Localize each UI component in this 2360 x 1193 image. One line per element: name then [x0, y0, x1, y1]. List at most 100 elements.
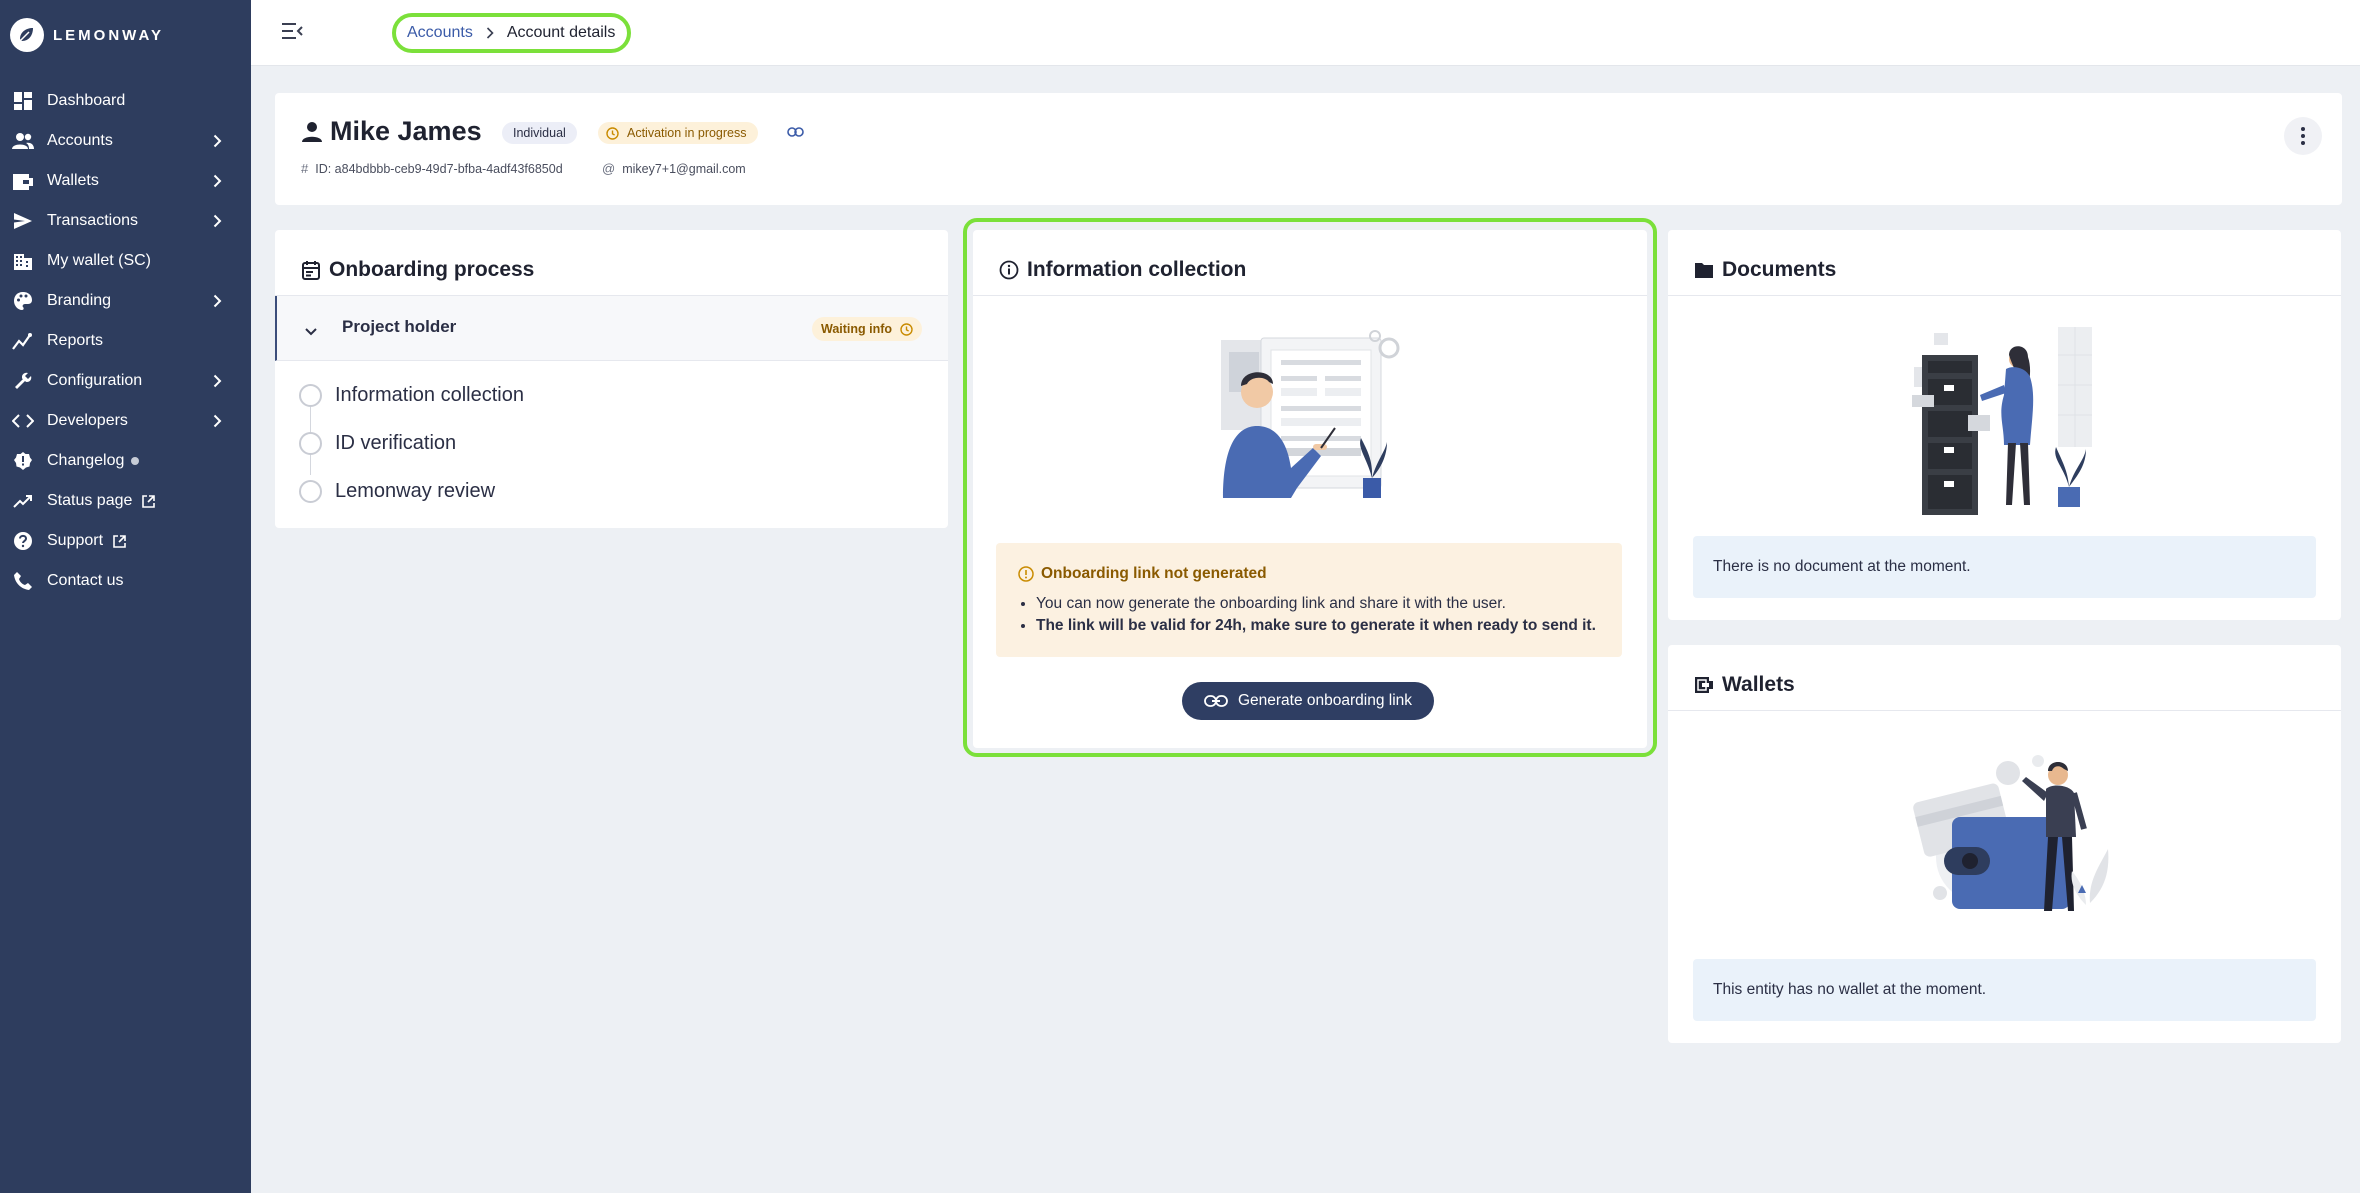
link-icon — [1204, 695, 1228, 707]
divider — [1668, 295, 2341, 296]
alert-line-emphasis: The link will be valid for 24h, make sur… — [1036, 615, 1596, 637]
brand-logo[interactable]: LEMONWAY — [10, 18, 164, 52]
chevron-right-icon — [211, 134, 223, 148]
account-id: # ID: a84bdbbb-ceb9-49d7-bfba-4adf43f685… — [301, 161, 563, 176]
changelog-icon — [12, 450, 34, 472]
clock-icon — [900, 322, 913, 336]
sidebar-item-label: Status page — [47, 492, 223, 510]
new-indicator-dot — [131, 457, 140, 465]
wallets-card: Wallets This entity has no wallet at the… — [1668, 645, 2341, 1043]
info-collection-title: Information collection — [999, 258, 1246, 282]
wallets-title-label: Wallets — [1722, 673, 1795, 696]
alert-line: You can now generate the onboarding link… — [1036, 593, 1596, 615]
chevron-right-icon — [211, 174, 223, 188]
status-badge-label: Activation in progress — [627, 126, 747, 140]
sidebar-item-configuration[interactable]: Configuration — [0, 361, 251, 401]
sidebar-item-label: Contact us — [47, 572, 124, 589]
documents-title-label: Documents — [1722, 258, 1837, 281]
step-lemonway-review[interactable]: Lemonway review — [299, 480, 495, 503]
divider — [973, 295, 1647, 296]
sidebar-item-changelog[interactable]: Changelog — [0, 441, 251, 481]
brand-name: LEMONWAY — [53, 26, 164, 44]
generate-button-label: Generate onboarding link — [1237, 692, 1413, 709]
sidebar-item-my-wallet[interactable]: My wallet (SC) — [0, 241, 251, 281]
phone-icon — [12, 570, 34, 592]
alert-title: Onboarding link not generated — [1018, 565, 1267, 583]
onboarding-title-label: Onboarding process — [329, 258, 535, 281]
step-status-circle — [299, 384, 322, 407]
documents-title: Documents — [1694, 258, 1836, 282]
step-label: Lemonway review — [335, 480, 496, 502]
status-badge: Activation in progress — [598, 122, 758, 144]
warning-info-icon — [1018, 566, 1034, 582]
waiting-info-badge: Waiting info — [812, 317, 923, 341]
sidebar: LEMONWAY Dashboard Accounts Wallets Tran… — [0, 0, 251, 1193]
breadcrumb-accounts-link[interactable]: Accounts — [407, 24, 473, 42]
collapse-menu-icon[interactable] — [281, 21, 307, 45]
account-type-badge: Individual — [502, 122, 577, 144]
sidebar-nav: Dashboard Accounts Wallets Transactions — [0, 81, 251, 601]
wallets-empty-state: This entity has no wallet at the moment. — [1693, 959, 2316, 1021]
onboarding-link-alert: Onboarding link not generated You can no… — [996, 543, 1622, 657]
sidebar-item-contact-us[interactable]: Contact us — [0, 561, 251, 601]
sidebar-item-branding[interactable]: Branding — [0, 281, 251, 321]
documents-card: Documents There is no document at the mo… — [1668, 230, 2341, 620]
more-options-button[interactable] — [2284, 117, 2322, 155]
sidebar-item-reports[interactable]: Reports — [0, 321, 251, 361]
sidebar-item-support[interactable]: Support — [0, 521, 251, 561]
information-collection-card: Information collection Onboarding link n… — [973, 230, 1647, 748]
sidebar-item-developers[interactable]: Developers — [0, 401, 251, 441]
sidebar-item-label: Branding — [47, 292, 112, 309]
chevron-right-icon — [486, 27, 494, 39]
sidebar-item-label: Developers — [47, 412, 128, 429]
alert-list: You can now generate the onboarding link… — [1036, 593, 1596, 637]
hash-icon: # — [301, 161, 309, 176]
account-id-value: ID: a84bdbbb-ceb9-49d7-bfba-4adf43f6850d — [315, 161, 563, 176]
sidebar-item-label: Changelog — [47, 452, 223, 470]
status-page-label: Status page — [47, 492, 133, 509]
dashboard-icon — [12, 90, 34, 112]
wallet-icon — [12, 170, 34, 192]
step-status-circle — [299, 432, 322, 455]
help-icon — [12, 530, 34, 552]
info-icon — [999, 260, 1019, 280]
reports-icon — [12, 330, 34, 352]
wallets-title: Wallets — [1694, 673, 1795, 697]
step-id-verification[interactable]: ID verification — [299, 432, 456, 455]
copy-link-icon[interactable] — [787, 124, 804, 142]
wallet-illustration — [1913, 755, 2109, 911]
external-link-icon — [112, 534, 127, 549]
sidebar-item-transactions[interactable]: Transactions — [0, 201, 251, 241]
sidebar-item-status-page[interactable]: Status page — [0, 481, 251, 521]
account-header-card: Mike James Individual Activation in prog… — [275, 93, 2342, 205]
wallet-icon — [1695, 677, 1713, 693]
step-information-collection[interactable]: Information collection — [299, 384, 524, 407]
trending-icon — [12, 490, 34, 512]
external-link-icon — [141, 494, 156, 509]
lemon-logo-icon — [10, 18, 44, 52]
sidebar-item-wallets[interactable]: Wallets — [0, 161, 251, 201]
filing-cabinet-illustration — [1912, 327, 2092, 515]
sidebar-item-accounts[interactable]: Accounts — [0, 121, 251, 161]
changelog-label: Changelog — [47, 452, 125, 469]
chevron-right-icon — [211, 214, 223, 228]
step-label: ID verification — [335, 432, 457, 454]
project-holder-accordion[interactable]: Project holder Waiting info — [275, 296, 948, 361]
onboarding-title: Onboarding process — [301, 258, 534, 282]
breadcrumb: Accounts Account details — [392, 13, 632, 53]
more-vertical-icon — [2301, 127, 2305, 145]
form-filling-illustration — [1221, 330, 1400, 498]
sidebar-item-label: Support — [47, 532, 223, 550]
documents-empty-state: There is no document at the moment. — [1693, 536, 2316, 598]
account-email-value: mikey7+1@gmail.com — [622, 161, 746, 176]
folder-icon — [1695, 262, 1713, 278]
waiting-info-label: Waiting info — [821, 322, 893, 336]
step-label: Information collection — [335, 384, 524, 406]
info-collection-title-label: Information collection — [1027, 258, 1247, 281]
project-holder-label: Project holder — [342, 317, 457, 336]
sidebar-item-dashboard[interactable]: Dashboard — [0, 81, 251, 121]
sidebar-item-label: My wallet (SC) — [47, 252, 152, 269]
generate-onboarding-link-button[interactable]: Generate onboarding link — [1182, 682, 1434, 720]
chevron-down-icon — [305, 323, 317, 341]
sidebar-item-label: Configuration — [47, 372, 143, 389]
